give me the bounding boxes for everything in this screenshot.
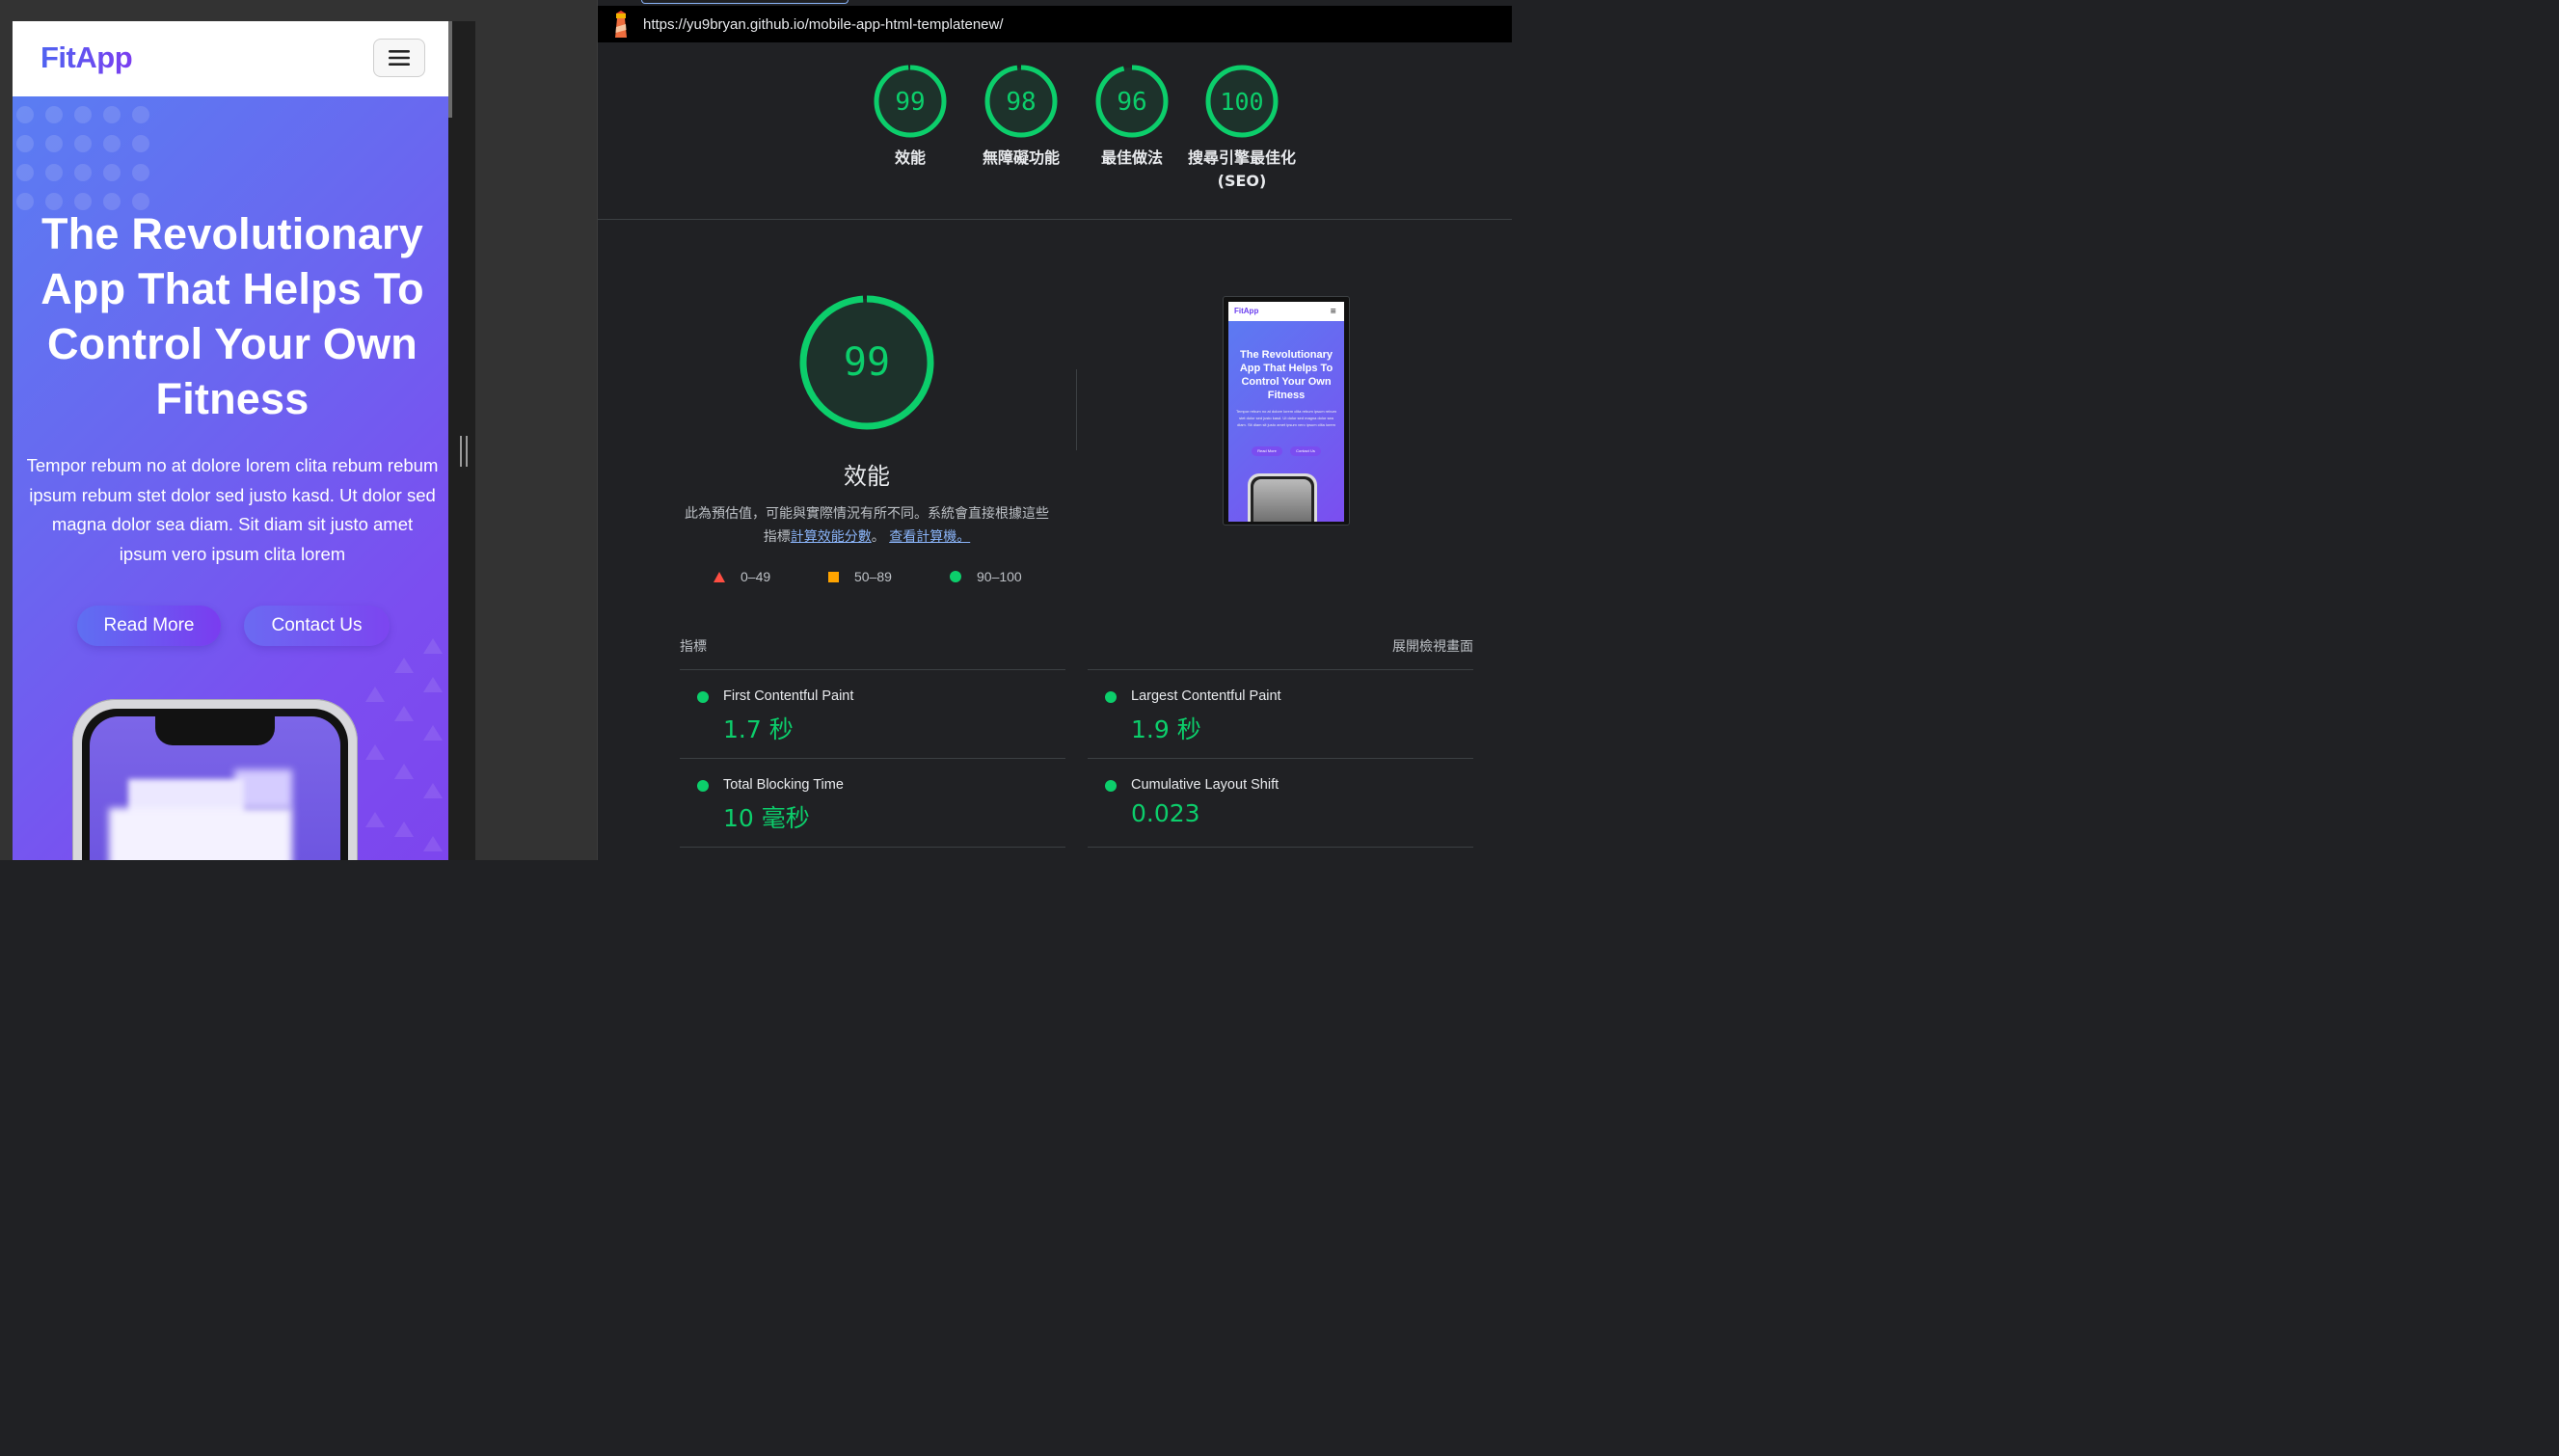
mobile-navbar: FitApp	[13, 21, 452, 96]
pass-circle-icon	[1105, 691, 1117, 703]
device-preview-area: FitApp The Revolutionary App That Helps …	[0, 0, 598, 860]
metric-name: Cumulative Layout Shift	[1131, 777, 1280, 793]
mobile-viewport: FitApp The Revolutionary App That Helps …	[13, 21, 452, 860]
performance-title: 效能	[844, 463, 890, 490]
hamburger-icon	[389, 50, 410, 66]
circle-icon	[950, 571, 961, 582]
metric-value: 10 毫秒	[723, 804, 810, 832]
screen: FitApp The Revolutionary App That Helps …	[0, 0, 1512, 860]
score-ring-icon: 99	[874, 65, 947, 138]
legend-fail: 0–49	[714, 567, 770, 586]
description-line: 此為預估值，可能與實際情況有所不同。系統會直接根據這些	[685, 506, 1049, 522]
legend-range: 0–49	[741, 569, 771, 584]
description-line: 指標計算效能分數。 查看計算機。	[675, 526, 1059, 549]
report-url[interactable]: https://yu9bryan.github.io/mobile-app-ht…	[643, 16, 1004, 33]
triangle-icon	[714, 571, 725, 582]
brand-logo[interactable]: FitApp	[40, 40, 133, 75]
metric-value: 1.7 秒	[723, 715, 794, 743]
performance-score-gauge: 99	[799, 295, 934, 430]
hero-section: The Revolutionary App That Helps To Cont…	[13, 96, 452, 860]
phone-notch	[155, 716, 275, 745]
calculator-link[interactable]: 查看計算機。	[889, 529, 970, 545]
lighthouse-icon	[615, 11, 627, 38]
thumbnail-title: The Revolutionary App That Helps To Cont…	[1239, 349, 1333, 401]
read-more-button[interactable]: Read More	[77, 606, 221, 646]
metric-name: Largest Contentful Paint	[1131, 688, 1281, 704]
hero-title: The Revolutionary App That Helps To Cont…	[40, 209, 424, 423]
gauge-performance[interactable]: 99 效能	[848, 64, 973, 170]
gauge-label: 效能	[894, 148, 926, 167]
thumbnail-phone-image	[1248, 473, 1317, 522]
report-url-bar: https://yu9bryan.github.io/mobile-app-ht…	[598, 6, 1512, 42]
metric-divider	[680, 847, 1065, 848]
phone-mockup-image	[72, 699, 358, 860]
gauge-score-text: 98	[1006, 88, 1036, 117]
gauge-label: 最佳做法	[1100, 148, 1163, 167]
metric-divider	[1088, 847, 1473, 848]
metrics-header: 指標 展開檢視畫面	[680, 636, 1473, 669]
score-gauges-summary: 99 效能 98 無障礙功能 96 最佳做法 100 搜尋引擎最佳化 (SEO)	[598, 42, 1512, 220]
pass-circle-icon	[1105, 780, 1117, 792]
gauge-label: 無障礙功能	[982, 148, 1060, 167]
pass-circle-icon	[697, 691, 709, 703]
score-calc-link[interactable]: 計算效能分數	[791, 529, 872, 545]
gauge-label-line2: (SEO)	[1217, 172, 1267, 190]
metric-tbt: Total Blocking Time 10 毫秒	[680, 759, 1065, 848]
gauge-score-text: 99	[895, 88, 925, 117]
square-icon	[828, 571, 839, 582]
vertical-separator	[1076, 369, 1077, 450]
gauge-accessibility[interactable]: 98 無障礙功能	[958, 64, 1084, 170]
pass-circle-icon	[697, 780, 709, 792]
final-screenshot-thumbnail[interactable]: FitApp ≡ The Revolutionary App That Help…	[1223, 296, 1350, 526]
gauge-score-text: 96	[1117, 88, 1146, 117]
thumbnail-button: Contact Us	[1290, 446, 1321, 456]
active-tab-indicator	[641, 0, 849, 4]
thumbnail-menu-icon: ≡	[1330, 307, 1336, 315]
menu-toggle-button[interactable]	[373, 39, 425, 77]
score-ring-icon: 98	[984, 65, 1058, 138]
score-ring-icon: 100	[1205, 65, 1279, 138]
metric-name: First Contentful Paint	[723, 688, 854, 704]
contact-us-button[interactable]: Contact Us	[244, 606, 390, 646]
gauge-label: 搜尋引擎最佳化 (SEO)	[1179, 147, 1305, 193]
thumbnail-text: Tempor rebum no at dolore lorem clita re…	[1235, 409, 1337, 427]
thumbnail-navbar: FitApp ≡	[1228, 302, 1344, 321]
metric-cls: Cumulative Layout Shift 0.023	[1088, 759, 1473, 848]
metric-value: 1.9 秒	[1131, 715, 1201, 743]
metric-lcp: Largest Contentful Paint 1.9 秒	[1088, 670, 1473, 759]
expand-view-toggle[interactable]: 展開檢視畫面	[1392, 636, 1473, 656]
lighthouse-report: https://yu9bryan.github.io/mobile-app-ht…	[598, 0, 1512, 860]
description-text: 。	[871, 529, 885, 545]
resize-handle[interactable]	[460, 436, 468, 467]
dot-pattern-decoration	[16, 106, 161, 212]
legend-pass: 90–100	[950, 567, 1022, 586]
gauge-score-text: 100	[1220, 88, 1263, 116]
thumbnail-logo: FitApp	[1234, 307, 1259, 315]
legend-average: 50–89	[828, 567, 892, 586]
gauge-best-practices[interactable]: 96 最佳做法	[1069, 64, 1195, 170]
legend-range: 50–89	[854, 569, 892, 584]
metric-name: Total Blocking Time	[723, 777, 844, 793]
score-ring-icon: 96	[1095, 65, 1169, 138]
metric-value: 0.023	[1131, 799, 1200, 827]
performance-description: 此為預估值，可能與實際情況有所不同。系統會直接根據這些 指標計算效能分數。 查看…	[675, 502, 1059, 549]
gauge-seo[interactable]: 100 搜尋引擎最佳化 (SEO)	[1179, 64, 1305, 193]
metric-fcp: First Contentful Paint 1.7 秒	[680, 670, 1065, 759]
metrics-title: 指標	[680, 639, 707, 655]
gauge-label-line1: 搜尋引擎最佳化	[1187, 148, 1296, 167]
description-text: 指標	[763, 529, 791, 545]
thumbnail-button: Read More	[1252, 446, 1282, 456]
hero-description: Tempor rebum no at dolore lorem clita re…	[26, 455, 439, 564]
performance-score-text: 99	[844, 340, 890, 385]
legend-range: 90–100	[977, 569, 1022, 584]
